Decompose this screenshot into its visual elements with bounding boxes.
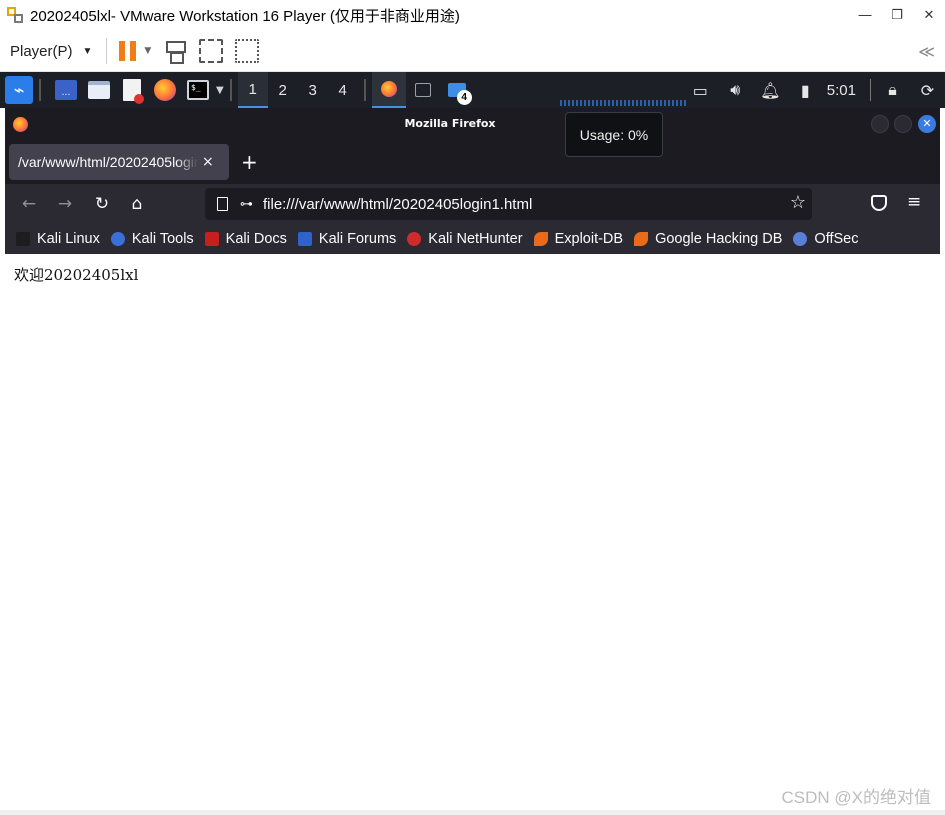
url-text[interactable]: file:///var/www/html/20202405login1.html [263,196,532,213]
close-window-button[interactable]: ✕ [918,115,936,133]
restore-button[interactable]: ❐ [881,0,913,31]
watermark: CSDN @X的绝对值 [781,788,932,807]
pocket-icon[interactable] [871,195,887,211]
panel-divider [363,79,366,101]
tray-divider [870,79,871,101]
firefox-window-title: Mozilla Firefox [404,117,496,130]
vmware-titlebar: 20202405lxl- VMware Workstation 16 Playe… [0,0,945,31]
page-icon[interactable] [217,197,228,211]
kali-menu-icon[interactable]: ⌁ [5,76,33,104]
firefox-window: Mozilla Firefox ✕ /var/www/html/20202405… [5,108,940,810]
network-devices-icon[interactable] [163,39,187,64]
kali-linux-icon [16,232,30,246]
kali-docs-icon [204,232,219,246]
battery-icon[interactable]: ▮ [788,72,823,108]
workspace-2[interactable]: 2 [268,72,298,108]
terminal-launcher-icon[interactable]: $_ [187,80,209,100]
bookmark-kali-nethunter[interactable]: Kali NetHunter [407,231,523,247]
workspace-3[interactable]: 3 [298,72,328,108]
workspace-1[interactable]: 1 [237,72,268,108]
kali-forums-icon [297,232,312,246]
clock[interactable]: 5:01 [823,82,866,99]
page-content: 欢迎20202405lxl [5,254,940,810]
tab-bar: /var/www/html/20202405login1.html × + [5,140,940,184]
task-firefox[interactable] [371,72,406,108]
text-editor-icon[interactable] [123,79,144,104]
system-tray: ▭ 🔊︎ 🔔︎ ▮ 5:01 🔒︎ ⟳ [683,72,945,108]
volume-icon[interactable]: 🔊︎ [718,72,753,108]
window-title: 20202405lxl- VMware Workstation 16 Playe… [30,8,460,25]
firefox-launcher-icon[interactable] [154,79,176,101]
bookmark-kali-forums[interactable]: Kali Forums [297,231,396,247]
terminal-icon [414,83,431,97]
cpu-usage-tooltip: Usage: 0% [565,112,663,157]
kali-tools-icon [110,232,125,246]
collapse-toolbar-icon[interactable]: ≪ [918,42,935,61]
back-button[interactable]: ← [17,192,41,216]
bookmark-star-icon[interactable]: ☆ [790,192,806,213]
fullscreen-icon[interactable] [199,39,224,63]
file-manager-icon[interactable] [88,81,110,99]
logout-icon[interactable]: ⟳ [910,72,945,108]
firefox-icon [380,81,397,97]
bookmark-google-hacking-db[interactable]: Google Hacking DB [634,231,782,247]
home-button[interactable]: ⌂ [125,192,149,216]
window-bottom-border [0,810,945,815]
pause-menu-chevron-icon[interactable]: ▼ [144,46,151,56]
show-desktop-icon[interactable]: … [55,80,77,100]
toolbar-divider [106,38,108,64]
bookmarks-toolbar: Kali Linux Kali Tools Kali Docs Kali For… [5,224,940,254]
task-terminal[interactable] [406,72,440,108]
close-button[interactable]: ✕ [913,0,945,31]
task-files[interactable]: 4 [440,72,474,108]
bookmark-exploit-db[interactable]: Exploit-DB [533,231,623,247]
google-hacking-db-icon [634,232,649,246]
firefox-titlebar: Mozilla Firefox ✕ [5,108,940,140]
network-icon[interactable]: ▭ [683,72,718,108]
panel-divider [229,79,232,101]
navigation-bar: ← → ↻ ⌂ ⊶ file:///var/www/html/20202405l… [5,184,940,224]
new-tab-button[interactable]: + [241,152,258,172]
cpu-graph[interactable] [560,100,688,106]
unity-icon[interactable] [235,39,260,63]
key-icon[interactable]: ⊶ [240,197,253,212]
bookmark-kali-docs[interactable]: Kali Docs [204,231,287,247]
hamburger-menu-icon[interactable]: ≡ [907,192,921,212]
offsec-icon [793,232,808,246]
maximize-window-button[interactable] [894,115,912,133]
bookmark-offsec[interactable]: OffSec [793,231,858,247]
tab-label: /var/www/html/20202405login1.html [18,154,198,170]
vmware-logo-icon [5,5,27,27]
tab-close-icon[interactable]: × [202,154,214,170]
bookmark-kali-linux[interactable]: Kali Linux [16,231,100,247]
reload-button[interactable]: ↻ [90,192,114,216]
window-count-badge: 4 [456,90,472,105]
minimize-button[interactable]: ― [849,0,881,31]
panel-divider [39,79,41,101]
pause-button[interactable] [119,41,137,61]
player-menu[interactable]: Player(P) ▼ [10,43,92,60]
url-bar[interactable]: ⊶ file:///var/www/html/20202405login1.ht… [205,188,812,220]
forward-button[interactable]: → [53,192,77,216]
player-menu-label: Player(P) [10,42,73,60]
workspace-4[interactable]: 4 [328,72,358,108]
chevron-down-icon: ▼ [82,45,93,57]
launcher-chevron-down-icon[interactable]: ▼ [216,85,224,96]
kali-nethunter-icon [407,232,422,246]
exploit-db-icon [533,232,548,246]
lock-icon[interactable]: 🔒︎ [875,72,910,108]
welcome-text: 欢迎20202405lxl [14,266,139,284]
vmware-toolbar: Player(P) ▼ ▼ ≪ [0,31,945,72]
minimize-window-button[interactable] [871,115,889,133]
bell-icon[interactable]: 🔔︎ [753,72,788,108]
bookmark-kali-tools[interactable]: Kali Tools [110,231,194,247]
tab-active[interactable]: /var/www/html/20202405login1.html × [9,144,229,180]
